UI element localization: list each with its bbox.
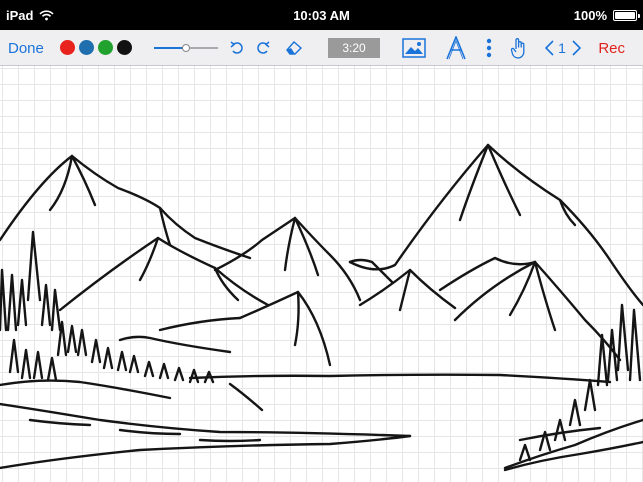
color-swatch-blue[interactable] bbox=[79, 40, 94, 55]
recording-timer: 3:20 bbox=[328, 38, 380, 58]
eraser-icon[interactable] bbox=[283, 30, 305, 66]
next-page-icon[interactable] bbox=[569, 30, 583, 66]
status-bar: iPad 10:03 AM 100% bbox=[0, 0, 643, 30]
status-time: 10:03 AM bbox=[293, 8, 350, 23]
stroke-width-slider[interactable] bbox=[154, 44, 218, 52]
slider-thumb[interactable] bbox=[182, 44, 190, 52]
page-number: 1 bbox=[558, 40, 566, 56]
previous-page-icon[interactable] bbox=[542, 30, 556, 66]
insert-image-icon[interactable] bbox=[400, 30, 428, 66]
done-button[interactable]: Done bbox=[8, 30, 44, 66]
hand-tool-icon[interactable] bbox=[508, 30, 530, 66]
text-tool-icon[interactable] bbox=[444, 30, 468, 66]
battery-icon bbox=[613, 10, 640, 21]
color-swatch-red[interactable] bbox=[60, 40, 75, 55]
redo-icon[interactable] bbox=[254, 30, 272, 66]
color-swatch-black[interactable] bbox=[117, 40, 132, 55]
toolbar: Done 3:20 1 Rec bbox=[0, 30, 643, 66]
drawing-canvas[interactable] bbox=[0, 66, 643, 482]
color-swatch-green[interactable] bbox=[98, 40, 113, 55]
undo-icon[interactable] bbox=[228, 30, 246, 66]
battery-percent: 100% bbox=[573, 8, 607, 23]
more-options-icon[interactable] bbox=[482, 30, 496, 66]
record-button[interactable]: Rec bbox=[598, 30, 625, 66]
landscape-sketch bbox=[0, 143, 643, 472]
